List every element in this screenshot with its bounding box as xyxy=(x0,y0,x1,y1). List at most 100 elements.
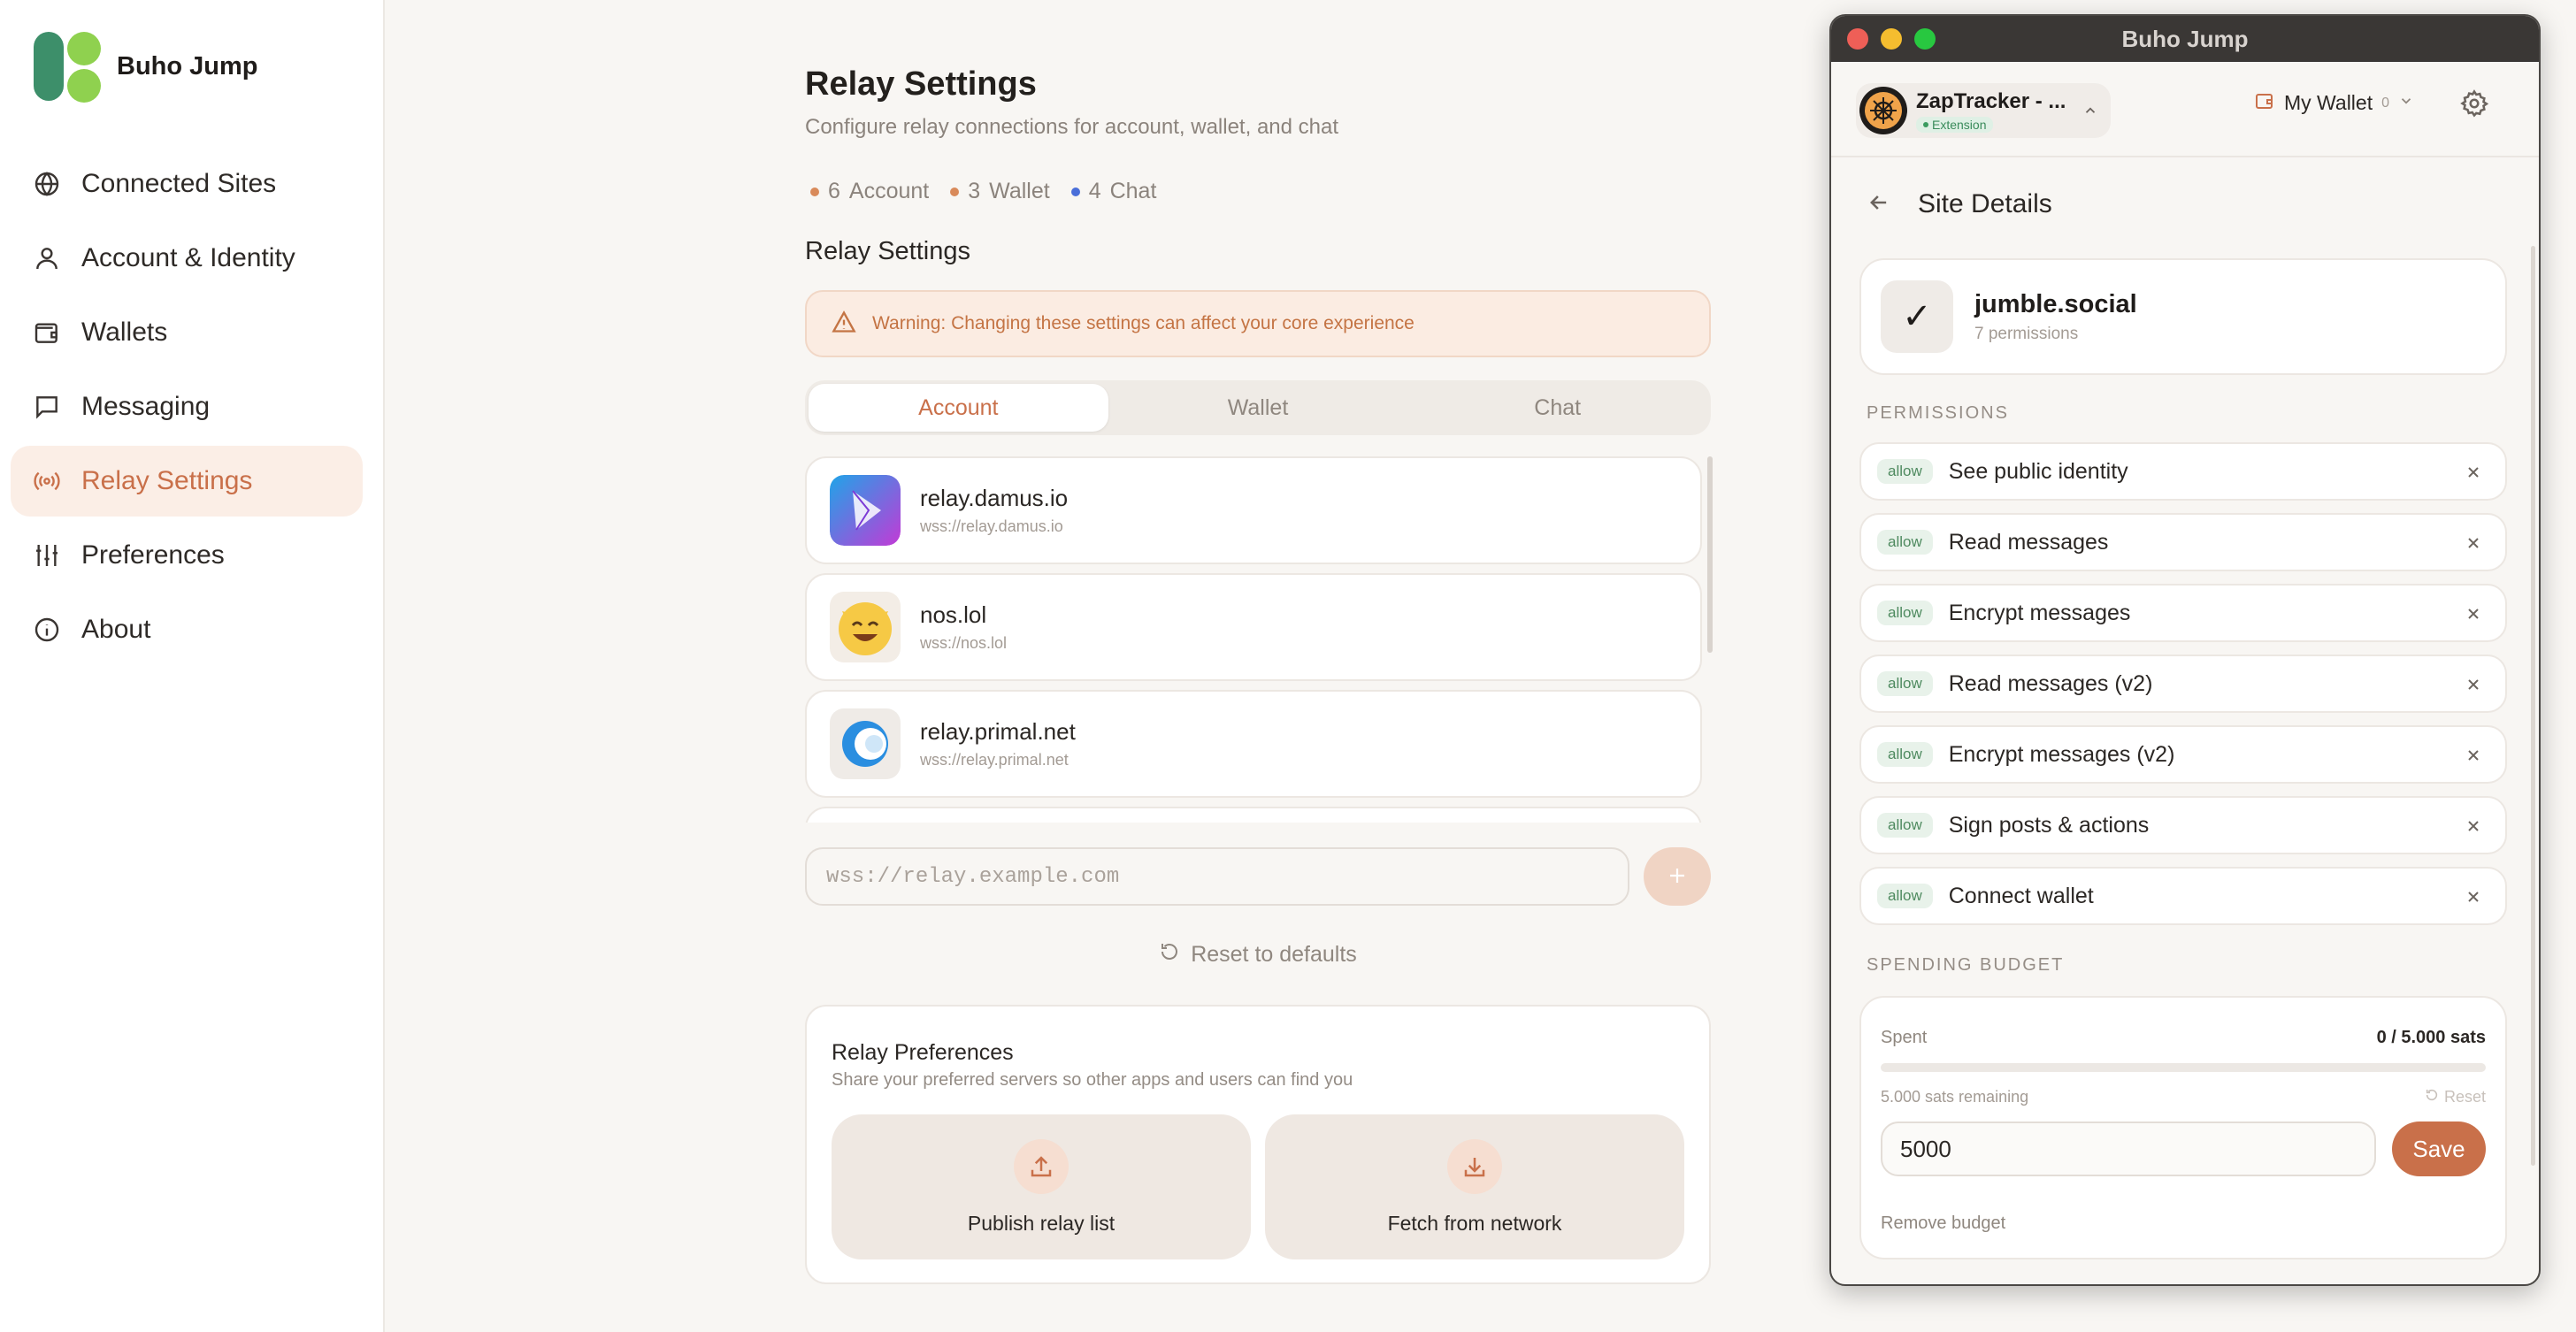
account-switcher[interactable]: ZapTracker - ... Extension xyxy=(1856,83,2111,138)
site-logo-icon: ✓ xyxy=(1881,280,1953,353)
status-dot xyxy=(1070,187,1080,196)
publish-relay-list-button[interactable]: Publish relay list xyxy=(832,1114,1251,1259)
relay-item[interactable]: nos.lol wss://nos.lol xyxy=(805,573,1702,681)
sidebar-item-wallets[interactable]: Wallets xyxy=(11,297,363,368)
zoom-window-button[interactable] xyxy=(1914,28,1936,50)
spending-budget-card: Spent 0 / 5.000 sats 5.000 sats remainin… xyxy=(1859,996,2507,1259)
permission-row: allow Encrypt messages (v2) xyxy=(1859,725,2507,784)
reset-budget-label: Reset xyxy=(2443,1088,2486,1106)
status-dot xyxy=(810,187,819,196)
tab-chat[interactable]: Chat xyxy=(1407,384,1707,432)
globe-icon xyxy=(32,169,62,199)
sidebar-item-relay-settings[interactable]: Relay Settings xyxy=(11,446,363,517)
sidebar-item-label: Connected Sites xyxy=(81,169,277,198)
sidebar-item-about[interactable]: About xyxy=(11,594,363,665)
wallet-name: My Wallet xyxy=(2284,91,2373,114)
permission-label: Read messages xyxy=(1948,529,2109,555)
minimize-window-button[interactable] xyxy=(1881,28,1902,50)
count-value: 3 xyxy=(968,179,981,203)
damus-icon xyxy=(830,475,901,546)
sidebar-item-label: About xyxy=(81,615,151,644)
relay-url-input[interactable] xyxy=(805,847,1629,906)
reset-icon xyxy=(2425,1088,2439,1106)
allow-badge: allow xyxy=(1877,813,1933,838)
relay-item[interactable] xyxy=(805,807,1702,823)
permissions-label: PERMISSIONS xyxy=(1867,403,2009,423)
popup-scrollbar[interactable] xyxy=(2531,246,2535,1166)
chevron-up-icon xyxy=(2082,103,2098,123)
allow-badge: allow xyxy=(1877,530,1933,555)
add-relay-button[interactable] xyxy=(1644,847,1711,906)
sidebar-item-label: Relay Settings xyxy=(81,466,253,495)
warning-banner: Warning: Changing these settings can aff… xyxy=(805,290,1711,357)
sidebar-item-label: Wallets xyxy=(81,318,168,347)
user-icon xyxy=(32,243,62,273)
count-account: 6 Account xyxy=(810,179,929,204)
prefs-title: Relay Preferences xyxy=(832,1040,1014,1065)
site-details-title: Site Details xyxy=(1918,189,2052,218)
brand: Buho Jump xyxy=(34,30,258,103)
close-icon[interactable] xyxy=(2465,817,2482,839)
window-title: Buho Jump xyxy=(2121,25,2249,52)
buho-logo-icon xyxy=(34,30,103,103)
relay-item[interactable]: relay.damus.io wss://relay.damus.io xyxy=(805,456,1702,564)
relay-url: wss://nos.lol xyxy=(920,634,1008,652)
sliders-icon xyxy=(32,540,62,570)
window-titlebar[interactable]: Buho Jump xyxy=(1831,16,2539,62)
page-title: Relay Settings xyxy=(805,65,1037,103)
count-value: 4 xyxy=(1088,179,1101,203)
allow-badge: allow xyxy=(1877,601,1933,625)
tab-wallet[interactable]: Wallet xyxy=(1108,384,1408,432)
sidebar-item-connected-sites[interactable]: Connected Sites xyxy=(11,149,363,219)
allow-badge: allow xyxy=(1877,742,1933,767)
permission-row: allow See public identity xyxy=(1859,442,2507,501)
count-chat: 4 Chat xyxy=(1070,179,1156,204)
plus-icon xyxy=(1667,865,1688,889)
sidebar-item-label: Messaging xyxy=(81,392,211,421)
spending-budget-label: SPENDING BUDGET xyxy=(1867,955,2065,975)
gear-icon[interactable] xyxy=(2459,88,2489,123)
relay-list: relay.damus.io wss://relay.damus.io nos.… xyxy=(805,456,1711,823)
reset-defaults-button[interactable]: Reset to defaults xyxy=(805,941,1711,968)
save-button[interactable]: Save xyxy=(2392,1121,2486,1176)
permission-row: allow Read messages xyxy=(1859,513,2507,571)
spent-amount: 0 / 5.000 sats xyxy=(2376,1028,2486,1047)
remove-budget-button[interactable]: Remove budget xyxy=(1881,1213,2005,1234)
fetch-from-network-button[interactable]: Fetch from network xyxy=(1265,1114,1684,1259)
info-icon xyxy=(32,615,62,645)
sidebar-item-preferences[interactable]: Preferences xyxy=(11,520,363,591)
close-icon[interactable] xyxy=(2465,676,2482,698)
relay-counts: 6 Account 3 Wallet 4 Chat xyxy=(810,179,1156,204)
sidebar-item-label: Preferences xyxy=(81,540,225,570)
close-icon[interactable] xyxy=(2465,746,2482,769)
relay-url: wss://relay.damus.io xyxy=(920,517,1063,535)
reset-budget-button[interactable]: Reset xyxy=(2425,1088,2486,1106)
warning-text: Warning: Changing these settings can aff… xyxy=(872,313,1414,333)
relay-url: wss://relay.primal.net xyxy=(920,751,1069,769)
sidebar-nav: Connected Sites Account & Identity Walle… xyxy=(11,149,363,669)
close-icon[interactable] xyxy=(2465,605,2482,627)
relay-name: nos.lol xyxy=(920,601,987,628)
relay-list-scrollbar[interactable] xyxy=(1707,456,1713,653)
wallet-selector[interactable]: My Wallet 0 xyxy=(2254,90,2414,116)
allow-badge: allow xyxy=(1877,459,1933,484)
close-icon[interactable] xyxy=(2465,534,2482,556)
close-icon[interactable] xyxy=(2465,888,2482,910)
wallet-icon xyxy=(32,318,62,348)
relay-item[interactable]: relay.primal.net wss://relay.primal.net xyxy=(805,690,1702,798)
sidebar-item-account-identity[interactable]: Account & Identity xyxy=(11,223,363,294)
sidebar-item-messaging[interactable]: Messaging xyxy=(11,371,363,442)
close-window-button[interactable] xyxy=(1847,28,1868,50)
count-label: Wallet xyxy=(989,179,1050,203)
permission-row: allow Encrypt messages xyxy=(1859,584,2507,642)
back-arrow-icon[interactable] xyxy=(1867,190,1891,219)
popup-header: ZapTracker - ... Extension My Wallet 0 xyxy=(1831,62,2539,157)
account-name: ZapTracker - ... xyxy=(1916,88,2066,113)
budget-amount-input[interactable] xyxy=(1881,1121,2376,1176)
permission-row: allow Sign posts & actions xyxy=(1859,796,2507,854)
relay-type-tabs: Account Wallet Chat xyxy=(805,380,1711,435)
spent-label: Spent xyxy=(1881,1028,1928,1047)
tab-account[interactable]: Account xyxy=(809,384,1108,432)
close-icon[interactable] xyxy=(2465,463,2482,486)
permission-row: allow Read messages (v2) xyxy=(1859,655,2507,713)
